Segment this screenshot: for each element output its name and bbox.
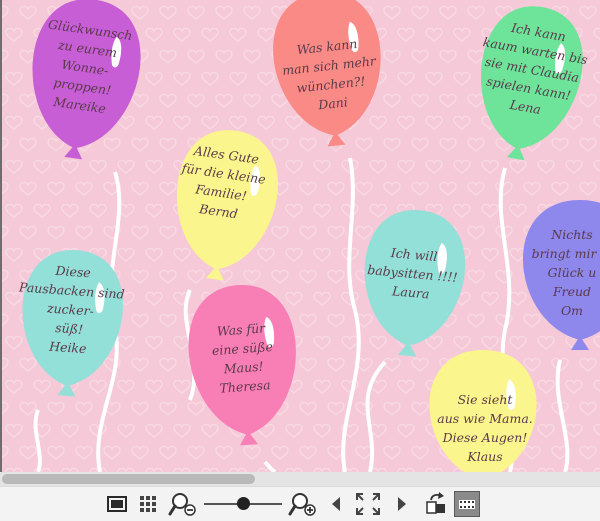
balloon-message-line: Freud [552, 284, 592, 299]
single-page-view-icon[interactable] [104, 491, 130, 517]
balloon-message-line: Nichts [551, 227, 593, 242]
grid-view-icon[interactable] [136, 491, 162, 517]
balloon-message: Was kann man sich mehr wünchen?! Dani [266, 31, 393, 119]
balloon-message: Nichts bringt mir m Glück u Freud Om [522, 225, 600, 320]
photo-canvas: Glückwunsch zu eurem Wonne-proppen! Mareike… [0, 0, 600, 472]
horizontal-scrollbar[interactable] [0, 472, 600, 486]
balloon-string [555, 359, 570, 472]
rotate-icon[interactable] [422, 491, 450, 517]
slideshow-icon [459, 500, 475, 509]
fullscreen-icon[interactable] [354, 491, 382, 517]
balloon-string [341, 157, 361, 472]
balloon-message: Ich kann kaum warten bis sie mit Claudia sp… [470, 13, 595, 126]
balloon-message: Diese Pausbacken sind zucker-süß! Heike [10, 258, 131, 361]
balloon-message-line: Sie sieht [457, 392, 513, 407]
balloon-string [365, 360, 387, 472]
balloon-message: Alles Gute für die kleine Familie! Bernd [160, 137, 284, 228]
next-page-icon[interactable] [392, 491, 412, 517]
balloon-message: Glückwunsch zu eurem Wonne-proppen! Mareike [19, 12, 151, 123]
zoom-slider[interactable] [204, 491, 282, 517]
balloon-message-line: Klaus [467, 449, 503, 464]
balloon-message-line: Diese Augen! [442, 430, 528, 445]
previous-page-icon[interactable] [326, 491, 346, 517]
zoom-out-icon[interactable] [168, 491, 198, 517]
viewer-toolbar [0, 486, 600, 521]
window-edge [0, 0, 2, 472]
balloon-string [33, 409, 42, 472]
balloon-string [263, 460, 277, 472]
balloon-message-line: aus wie Mama. [437, 411, 533, 426]
zoom-in-icon[interactable] [288, 491, 318, 517]
balloon-message-line: Glück u [547, 265, 597, 280]
balloon-message: Sie sieht aus wie Mama. Diese Augen! Klaus [425, 390, 545, 466]
balloon-message-line: Om [560, 303, 584, 318]
balloon-message-line: bringt mir m [531, 246, 600, 261]
slideshow-button[interactable] [454, 491, 480, 517]
balloon-message: Was für eine süße Maus! Theresa [180, 316, 305, 400]
balloon-knot [571, 336, 589, 350]
balloon-message: Ich will babysitten !!!! Laura [353, 240, 473, 307]
zoom-slider-knob[interactable] [237, 497, 250, 510]
scrollbar-thumb[interactable] [2, 474, 255, 484]
